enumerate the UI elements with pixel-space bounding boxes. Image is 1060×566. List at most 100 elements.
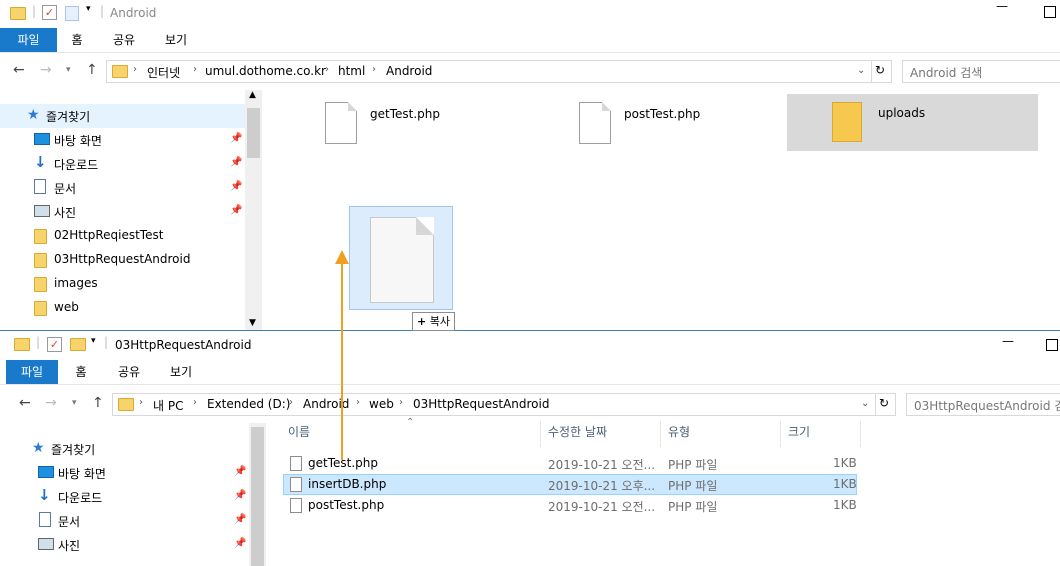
pin-icon[interactable]: 📌 bbox=[234, 466, 246, 477]
tab-share[interactable]: 공유 bbox=[111, 360, 147, 384]
tab-share[interactable]: 공유 bbox=[106, 28, 142, 52]
pin-icon[interactable]: 📌 bbox=[230, 181, 242, 192]
navigation-pane: ★ 즐겨찾기 바탕 화면 📌 ↓ 다운로드 📌 문서 📌 사진 📌 02Http… bbox=[0, 90, 262, 330]
nav-item-documents[interactable]: 문서 📌 bbox=[0, 509, 246, 533]
nav-item-desktop[interactable]: 바탕 화면 📌 bbox=[0, 128, 245, 152]
nav-item-desktop[interactable]: 바탕 화면 📌 bbox=[0, 461, 246, 485]
nav-item-downloads[interactable]: ↓ 다운로드 📌 bbox=[0, 152, 245, 176]
column-divider[interactable] bbox=[780, 421, 781, 447]
address-bar[interactable]: › 인터넷 › umul.dothome.co.kr › html › Andr… bbox=[106, 60, 874, 83]
back-icon[interactable]: ← bbox=[13, 62, 25, 78]
recent-locations-icon[interactable]: ▾ bbox=[66, 65, 71, 75]
document-icon bbox=[39, 512, 51, 527]
address-dropdown-icon[interactable]: ⌄ bbox=[861, 398, 869, 409]
properties-icon[interactable]: ✓ bbox=[47, 337, 62, 352]
maximize-button[interactable] bbox=[1046, 339, 1058, 351]
tab-view[interactable]: 보기 bbox=[163, 360, 199, 384]
nav-item-folder[interactable]: web bbox=[0, 296, 245, 320]
properties-icon[interactable]: ✓ bbox=[42, 5, 57, 20]
column-header-date[interactable]: 수정한 날짜 bbox=[548, 423, 607, 440]
folder-tile-uploads[interactable]: uploads bbox=[787, 94, 1038, 151]
file-tile[interactable]: postTest.php bbox=[576, 100, 776, 148]
table-row[interactable]: getTest.php 2019-10-21 오전... PHP 파일 1KB bbox=[283, 453, 857, 474]
pin-icon[interactable]: 📌 bbox=[230, 133, 242, 144]
tab-file[interactable]: 파일 bbox=[6, 360, 58, 384]
column-divider[interactable] bbox=[540, 421, 541, 447]
breadcrumb-item[interactable]: 인터넷 bbox=[147, 64, 180, 81]
quick-access-dropdown-icon[interactable]: ▾ bbox=[91, 336, 96, 352]
scrollbar-thumb[interactable] bbox=[251, 427, 264, 566]
forward-icon[interactable]: → bbox=[40, 62, 52, 78]
breadcrumb-item[interactable]: 03HttpRequestAndroid bbox=[413, 397, 549, 411]
column-divider[interactable] bbox=[860, 421, 861, 447]
nav-item-quick-access[interactable]: ★ 즐겨찾기 bbox=[0, 437, 245, 461]
minimize-button[interactable]: — bbox=[996, 0, 1008, 12]
breadcrumb-item[interactable]: html bbox=[338, 64, 365, 78]
nav-item-folder[interactable]: 03HttpRequestAndroid bbox=[0, 248, 245, 272]
pin-icon[interactable]: 📌 bbox=[230, 205, 242, 216]
file-type: PHP 파일 bbox=[668, 500, 718, 514]
search-input[interactable]: 03HttpRequestAndroid 검색 bbox=[906, 393, 1060, 416]
table-row[interactable]: postTest.php 2019-10-21 오전... PHP 파일 1KB bbox=[283, 495, 857, 516]
file-tile[interactable]: getTest.php bbox=[322, 100, 522, 148]
maximize-button[interactable] bbox=[1044, 6, 1056, 18]
breadcrumb-item[interactable]: Extended (D:) bbox=[207, 397, 290, 411]
scroll-up-icon[interactable]: ▲ bbox=[249, 90, 256, 100]
address-row: ← → ▾ ↑ › 인터넷 › umul.dothome.co.kr › htm… bbox=[0, 57, 1060, 85]
nav-item-downloads[interactable]: ↓ 다운로드 📌 bbox=[0, 485, 246, 509]
refresh-button[interactable]: ↻ bbox=[875, 393, 896, 416]
file-name: postTest.php bbox=[624, 107, 701, 121]
column-header-name[interactable]: 이름 bbox=[288, 423, 310, 440]
pin-icon[interactable]: 📌 bbox=[234, 538, 246, 549]
nav-item-pictures[interactable]: 사진 📌 bbox=[0, 200, 245, 224]
nav-item-folder[interactable]: images bbox=[0, 272, 245, 296]
nav-item-pictures[interactable]: 사진 📌 bbox=[0, 533, 246, 557]
breadcrumb-item[interactable]: umul.dothome.co.kr bbox=[205, 64, 326, 78]
tab-view[interactable]: 보기 bbox=[158, 28, 194, 52]
column-header-type[interactable]: 유형 bbox=[668, 423, 690, 440]
nav-item-label: 사진 bbox=[54, 206, 77, 220]
column-header-size[interactable]: 크기 bbox=[788, 423, 810, 440]
column-divider[interactable] bbox=[660, 421, 661, 447]
breadcrumb-item[interactable]: Android bbox=[386, 64, 432, 78]
breadcrumb-item[interactable]: web bbox=[369, 397, 394, 411]
nav-item-quick-access[interactable]: ★ 즐겨찾기 bbox=[0, 104, 245, 128]
pin-icon[interactable]: 📌 bbox=[230, 157, 242, 168]
nav-scrollbar[interactable] bbox=[249, 423, 266, 566]
forward-icon[interactable]: → bbox=[45, 395, 57, 411]
tab-home[interactable]: 홈 bbox=[60, 28, 94, 52]
minimize-button[interactable]: — bbox=[1002, 335, 1014, 347]
file-name: insertDB.php bbox=[308, 477, 387, 491]
pin-icon[interactable]: 📌 bbox=[234, 490, 246, 501]
nav-item-label: 다운로드 bbox=[54, 158, 99, 172]
drag-ghost-file bbox=[349, 206, 453, 310]
tab-file[interactable]: 파일 bbox=[0, 28, 57, 52]
nav-item-documents[interactable]: 문서 📌 bbox=[0, 176, 245, 200]
back-icon[interactable]: ← bbox=[19, 395, 31, 411]
nav-item-folder[interactable]: 02HttpReqiestTest bbox=[0, 224, 245, 248]
address-bar[interactable]: › 내 PC › Extended (D:) › Android › web ›… bbox=[112, 393, 878, 416]
scroll-down-icon[interactable]: ▼ bbox=[249, 318, 256, 328]
desktop-icon bbox=[34, 133, 50, 145]
nav-scrollbar[interactable]: ▲ ▼ bbox=[245, 90, 262, 330]
quick-access-dropdown-icon[interactable]: ▾ bbox=[86, 4, 91, 20]
recent-locations-icon[interactable]: ▾ bbox=[72, 398, 77, 408]
address-dropdown-icon[interactable]: ⌄ bbox=[857, 65, 865, 76]
refresh-button[interactable]: ↻ bbox=[871, 60, 892, 83]
download-icon: ↓ bbox=[34, 153, 47, 171]
ribbon-tabs: 파일 홈 공유 보기 bbox=[0, 28, 1060, 53]
up-icon[interactable]: ↑ bbox=[92, 395, 104, 411]
up-icon[interactable]: ↑ bbox=[86, 62, 98, 78]
picture-icon bbox=[34, 205, 50, 217]
file-size: 1KB bbox=[833, 477, 857, 491]
pin-icon[interactable]: 📌 bbox=[234, 514, 246, 525]
new-folder-icon[interactable] bbox=[65, 6, 79, 21]
breadcrumb-item[interactable]: 내 PC bbox=[153, 397, 183, 414]
nav-item-label: images bbox=[54, 276, 98, 290]
folder-icon bbox=[34, 229, 47, 244]
table-row-selected[interactable]: insertDB.php 2019-10-21 오후... PHP 파일 1KB bbox=[283, 474, 857, 495]
search-input[interactable]: Android 검색 bbox=[902, 60, 1060, 83]
tab-home[interactable]: 홈 bbox=[64, 360, 98, 384]
breadcrumb-separator: › bbox=[289, 397, 293, 408]
scrollbar-thumb[interactable] bbox=[247, 108, 260, 158]
